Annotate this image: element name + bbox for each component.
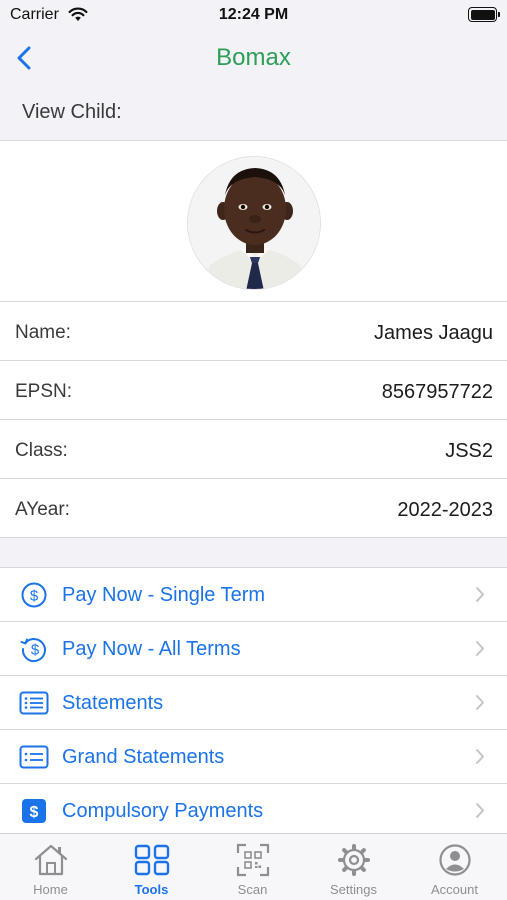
- house-icon: [0, 843, 101, 877]
- svg-text:$: $: [30, 588, 39, 605]
- class-label: Class:: [15, 440, 68, 461]
- status-time: 12:24 PM: [218, 6, 289, 23]
- nav-title: Bomax: [216, 44, 291, 71]
- child-avatar: [187, 156, 321, 290]
- info-row-class: Class: JSS2: [0, 420, 507, 479]
- menu-label-statements: Statements: [62, 692, 164, 714]
- info-row-epsn: EPSN: 8567957722: [0, 361, 507, 420]
- menu-label-compulsory-payments: Compulsory Payments: [62, 800, 264, 822]
- person-circle-icon: [404, 843, 505, 877]
- child-photo: [188, 157, 320, 289]
- chevron-right-icon: [476, 641, 484, 656]
- gear-icon: [303, 843, 404, 877]
- menu-item-pay-all-terms[interactable]: $ Pay Now - All Terms: [0, 622, 507, 676]
- academic-year-label: AYear:: [15, 499, 70, 520]
- tab-settings[interactable]: Settings: [303, 834, 404, 900]
- info-row-academic-year: AYear: 2022-2023: [0, 479, 507, 538]
- dollar-refresh-icon: $: [19, 635, 49, 663]
- tab-label-tools: Tools: [134, 882, 169, 897]
- actions-menu: $ Pay Now - Single Term $ Pay Now - All …: [0, 567, 507, 838]
- academic-year-value: 2022-2023: [397, 499, 493, 521]
- epsn-label: EPSN:: [15, 381, 73, 402]
- name-label: Name:: [15, 322, 71, 343]
- menu-label-pay-single-term: Pay Now - Single Term: [62, 584, 266, 606]
- tab-tools[interactable]: Tools: [101, 834, 202, 900]
- class-value: JSS2: [445, 440, 493, 462]
- menu-item-statements[interactable]: Statements: [0, 676, 507, 730]
- dollar-circle-icon: $: [19, 581, 49, 609]
- svg-text:$: $: [30, 804, 39, 821]
- tab-account[interactable]: Account: [404, 834, 505, 900]
- epsn-value: 8567957722: [381, 381, 493, 403]
- menu-item-compulsory-payments[interactable]: $ Compulsory Payments: [0, 784, 507, 838]
- menu-label-grand-statements: Grand Statements: [62, 746, 225, 768]
- tab-scan[interactable]: Scan: [202, 834, 303, 900]
- menu-item-pay-single-term[interactable]: $ Pay Now - Single Term: [0, 568, 507, 622]
- svg-text:$: $: [31, 642, 40, 659]
- grid-icon: [101, 843, 202, 877]
- tab-home[interactable]: Home: [0, 834, 101, 900]
- photo-panel: [0, 140, 507, 302]
- menu-label-pay-all-terms: Pay Now - All Terms: [62, 638, 241, 660]
- info-row-name: Name: James Jaagu: [0, 302, 507, 361]
- list-card-icon: [19, 743, 49, 771]
- tab-label-account: Account: [431, 882, 478, 897]
- navigation-bar: Bomax: [0, 32, 507, 84]
- battery-icon: [468, 7, 500, 22]
- tab-label-settings: Settings: [330, 882, 377, 897]
- dollar-square-icon: $: [19, 797, 49, 825]
- tab-label-scan: Scan: [237, 882, 268, 897]
- list-document-icon: [19, 689, 49, 717]
- menu-item-grand-statements[interactable]: Grand Statements: [0, 730, 507, 784]
- child-info-list: Name: James Jaagu EPSN: 8567957722 Class…: [0, 302, 507, 538]
- chevron-right-icon: [476, 803, 484, 818]
- tab-label-home: Home: [33, 882, 68, 897]
- chevron-right-icon: [476, 749, 484, 764]
- status-bar: Carrier 12:24 PM: [0, 0, 507, 32]
- section-title: View Child:: [22, 101, 122, 123]
- qr-scan-icon: [202, 843, 303, 877]
- tab-bar: Home Tools Scan Settings Account: [0, 833, 507, 900]
- chevron-right-icon: [476, 587, 484, 602]
- chevron-right-icon: [476, 695, 484, 710]
- name-value: James Jaagu: [374, 322, 493, 344]
